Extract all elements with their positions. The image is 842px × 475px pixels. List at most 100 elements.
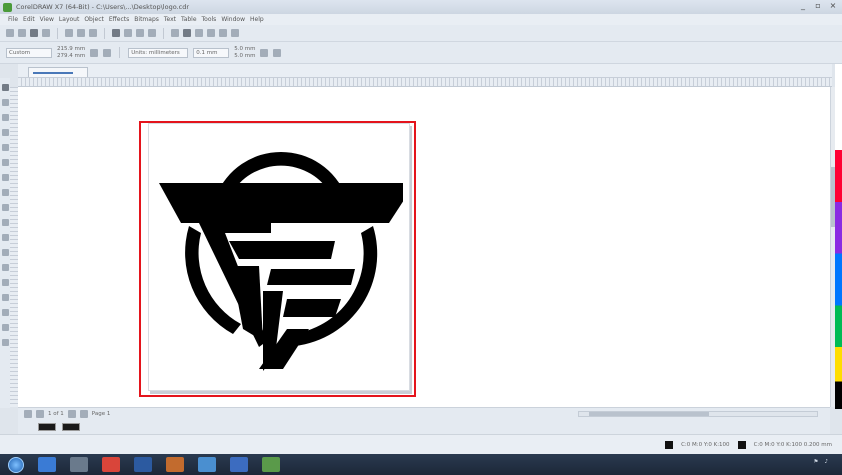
copy-icon[interactable] bbox=[77, 29, 85, 37]
minimize-button[interactable]: _ bbox=[798, 1, 808, 10]
document-tab[interactable] bbox=[28, 67, 88, 77]
volume-icon[interactable]: ♪ bbox=[824, 459, 828, 465]
menu-effects[interactable]: Effects bbox=[109, 16, 129, 23]
show-rulers-icon[interactable] bbox=[207, 29, 215, 37]
undo-icon[interactable] bbox=[112, 29, 120, 37]
horizontal-scrollbar[interactable] bbox=[578, 411, 818, 417]
snap-to-icon[interactable] bbox=[219, 29, 227, 37]
menu-help[interactable]: Help bbox=[250, 16, 264, 23]
duplicate-y-field[interactable]: 5.0 mm bbox=[234, 53, 255, 59]
full-screen-icon[interactable] bbox=[195, 29, 203, 37]
outline-pen-icon[interactable] bbox=[1, 339, 9, 346]
zoom-tool-icon[interactable] bbox=[1, 129, 9, 136]
shape-tool-icon[interactable] bbox=[1, 99, 9, 106]
fill-color-swatch[interactable] bbox=[665, 441, 674, 449]
window-controls: _ ▫ × bbox=[798, 1, 838, 10]
freehand-tool-icon[interactable] bbox=[1, 144, 9, 151]
color-palette[interactable] bbox=[835, 64, 842, 409]
menu-view[interactable]: View bbox=[40, 16, 54, 23]
toolbar-divider bbox=[57, 27, 58, 39]
artistic-media-icon[interactable] bbox=[1, 159, 9, 166]
next-page-icon[interactable] bbox=[67, 410, 76, 418]
paper-preset-select[interactable]: Custom bbox=[6, 47, 52, 58]
menu-file[interactable]: File bbox=[8, 16, 18, 23]
vertical-ruler[interactable] bbox=[10, 87, 18, 407]
publish-pdf-icon[interactable] bbox=[171, 29, 179, 37]
open-icon[interactable] bbox=[18, 29, 26, 37]
cut-icon[interactable] bbox=[65, 29, 73, 37]
menu-text[interactable]: Text bbox=[164, 16, 176, 23]
menu-bitmaps[interactable]: Bitmaps bbox=[134, 16, 159, 23]
connector-tool-icon[interactable] bbox=[1, 249, 9, 256]
units-select[interactable]: Units: millimeters bbox=[128, 47, 189, 58]
all-pages-icon[interactable] bbox=[273, 48, 282, 57]
window-title: CorelDRAW X7 (64-Bit) - C:\Users\...\Des… bbox=[16, 3, 189, 11]
zoom-level-icon[interactable] bbox=[183, 29, 191, 37]
drop-shadow-icon[interactable] bbox=[1, 264, 9, 271]
coreldraw-taskbar-icon[interactable] bbox=[262, 457, 280, 472]
drawing-canvas[interactable] bbox=[18, 87, 830, 407]
chrome-taskbar-icon[interactable] bbox=[102, 457, 120, 472]
eyedropper-icon[interactable] bbox=[1, 294, 9, 301]
horizontal-scroll-thumb[interactable] bbox=[589, 412, 709, 416]
page-tab[interactable]: Page 1 bbox=[92, 411, 111, 417]
menu-bar: File Edit View Layout Object Effects Bit… bbox=[0, 14, 842, 25]
menu-object[interactable]: Object bbox=[84, 16, 104, 23]
outline-color-swatch[interactable] bbox=[737, 441, 746, 449]
interactive-fill-icon[interactable] bbox=[1, 309, 9, 316]
horizontal-ruler[interactable] bbox=[18, 78, 832, 87]
text-tool-icon[interactable] bbox=[1, 219, 9, 226]
toolbar-divider bbox=[104, 27, 105, 39]
mail-taskbar-icon[interactable] bbox=[134, 457, 152, 472]
app-logo-icon bbox=[3, 2, 12, 12]
parallel-dimension-icon[interactable] bbox=[1, 234, 9, 241]
options-icon[interactable] bbox=[231, 29, 239, 37]
portrait-icon[interactable] bbox=[90, 48, 99, 57]
rectangle-tool-icon[interactable] bbox=[1, 174, 9, 181]
first-page-icon[interactable] bbox=[24, 410, 32, 418]
ellipse-tool-icon[interactable] bbox=[1, 189, 9, 196]
export-icon[interactable] bbox=[148, 29, 156, 37]
media-taskbar-icon[interactable] bbox=[166, 457, 184, 472]
close-button[interactable]: × bbox=[828, 1, 838, 10]
menu-window[interactable]: Window bbox=[221, 16, 245, 23]
polygon-tool-icon[interactable] bbox=[1, 204, 9, 211]
document-swatch-black[interactable] bbox=[38, 423, 56, 431]
nudge-distance-field[interactable]: 0.1 mm bbox=[193, 47, 230, 58]
duplicate-x-field[interactable]: 5.0 mm bbox=[234, 46, 255, 52]
menu-table[interactable]: Table bbox=[181, 16, 197, 23]
current-page-icon[interactable] bbox=[260, 48, 269, 57]
menu-edit[interactable]: Edit bbox=[23, 16, 35, 23]
redo-icon[interactable] bbox=[124, 29, 132, 37]
import-icon[interactable] bbox=[136, 29, 144, 37]
menu-layout[interactable]: Layout bbox=[59, 16, 79, 23]
print-icon[interactable] bbox=[42, 29, 50, 37]
page-height-field[interactable]: 279.4 mm bbox=[57, 53, 85, 59]
crop-tool-icon[interactable] bbox=[1, 114, 9, 121]
coreldraw-window: CorelDRAW X7 (64-Bit) - C:\Users\...\Des… bbox=[0, 0, 842, 475]
pick-tool-icon[interactable] bbox=[1, 84, 9, 91]
landscape-icon[interactable] bbox=[103, 48, 112, 57]
photo-taskbar-icon[interactable] bbox=[198, 457, 216, 472]
active-tab-indicator bbox=[33, 72, 73, 74]
explorer-taskbar-icon[interactable] bbox=[38, 457, 56, 472]
document-tab-strip bbox=[18, 64, 832, 78]
previous-page-icon[interactable] bbox=[36, 410, 44, 418]
property-bar: Custom 215.9 mm 279.4 mm Units: millimet… bbox=[0, 42, 842, 64]
save-icon[interactable] bbox=[30, 29, 38, 37]
paste-icon[interactable] bbox=[89, 29, 97, 37]
app-taskbar-icon[interactable] bbox=[70, 457, 88, 472]
document-swatch-black[interactable] bbox=[62, 423, 80, 431]
page-width-field[interactable]: 215.9 mm bbox=[57, 46, 85, 52]
transparency-icon[interactable] bbox=[1, 279, 9, 286]
last-page-icon[interactable] bbox=[79, 410, 88, 418]
word-taskbar-icon[interactable] bbox=[230, 457, 248, 472]
menu-tools[interactable]: Tools bbox=[202, 16, 217, 23]
smart-fill-icon[interactable] bbox=[1, 324, 9, 331]
flag-icon[interactable]: ⚑ bbox=[814, 459, 819, 465]
document-palette bbox=[18, 420, 830, 434]
maximize-button[interactable]: ▫ bbox=[813, 1, 823, 10]
new-document-icon[interactable] bbox=[6, 29, 14, 37]
toolbar-divider bbox=[119, 47, 121, 58]
start-button-icon[interactable] bbox=[8, 456, 24, 473]
